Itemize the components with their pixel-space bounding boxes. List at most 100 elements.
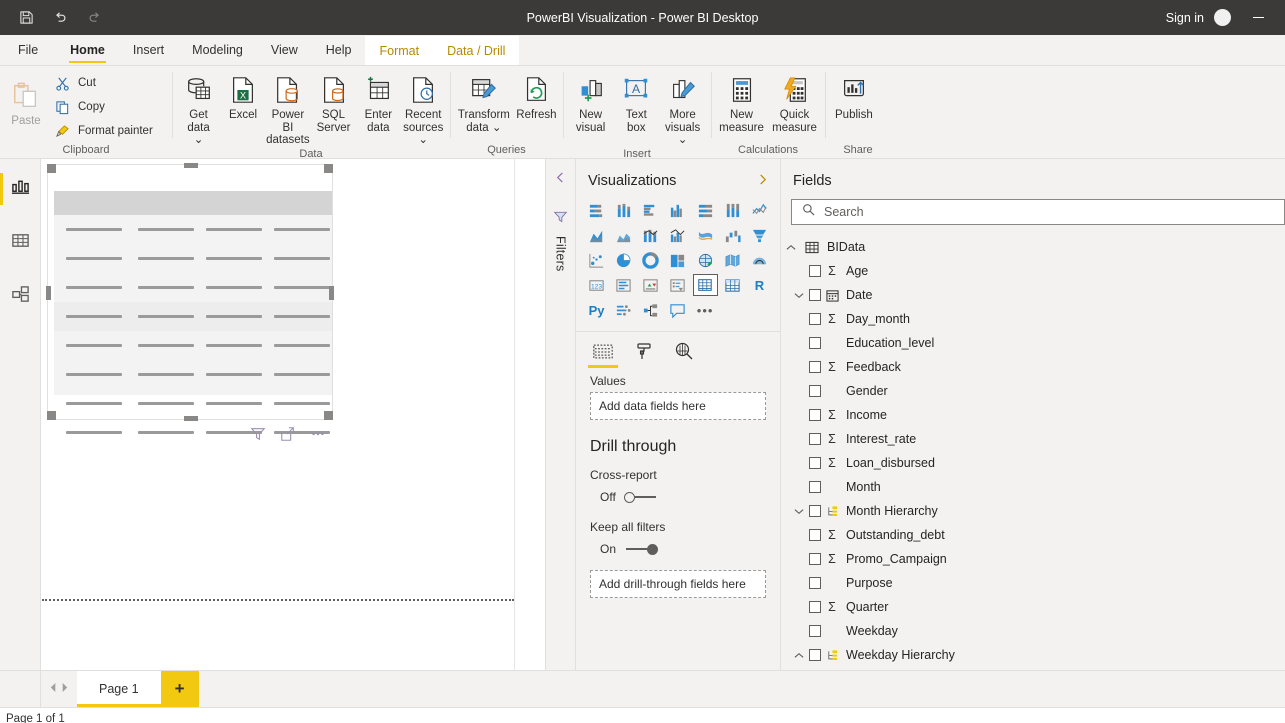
viz-decomposition-tree[interactable] xyxy=(638,299,663,321)
field-checkbox[interactable] xyxy=(809,625,821,637)
field-item-feedback[interactable]: Σ Feedback xyxy=(781,355,1285,379)
drill-through-dropzone[interactable]: Add drill-through fields here xyxy=(590,570,766,598)
tab-data-drill[interactable]: Data / Drill xyxy=(433,36,519,65)
field-item-interest-rate[interactable]: Σ Interest_rate xyxy=(781,427,1285,451)
page-next-button[interactable] xyxy=(60,682,69,696)
field-checkbox[interactable] xyxy=(809,601,821,613)
get-data-button[interactable]: Get data ⌄ xyxy=(176,69,221,147)
powerbi-datasets-button[interactable]: Power BI datasets xyxy=(265,69,311,147)
field-checkbox[interactable] xyxy=(809,553,821,565)
field-item-quarter[interactable]: Σ Quarter xyxy=(781,595,1285,619)
field-checkbox[interactable] xyxy=(809,649,821,661)
field-checkbox[interactable] xyxy=(809,409,821,421)
chevron-up-icon[interactable] xyxy=(781,244,801,251)
field-item-month[interactable]: Month xyxy=(781,475,1285,499)
redo-icon[interactable] xyxy=(80,5,108,31)
text-box-button[interactable]: A Text box xyxy=(614,69,658,134)
viz-azure-map[interactable] xyxy=(747,249,772,271)
field-checkbox[interactable] xyxy=(809,505,821,517)
field-item-education-level[interactable]: Education_level xyxy=(781,331,1285,355)
table-visual-placeholder[interactable] xyxy=(47,164,333,420)
viz-multi-row-card[interactable] xyxy=(611,274,636,296)
chevron-down-icon[interactable] xyxy=(789,508,809,515)
field-checkbox[interactable] xyxy=(809,313,821,325)
viz-slicer[interactable] xyxy=(665,274,690,296)
resize-handle-right[interactable] xyxy=(329,286,334,300)
viz-stacked-area-chart[interactable] xyxy=(611,224,636,246)
more-visuals-button[interactable]: More visuals ⌄ xyxy=(658,69,707,147)
field-checkbox[interactable] xyxy=(809,577,821,589)
viz-matrix[interactable] xyxy=(720,274,745,296)
paste-button[interactable]: Paste xyxy=(4,69,48,128)
resize-handle-top-right[interactable] xyxy=(324,164,333,173)
minimize-button[interactable] xyxy=(1241,1,1275,35)
viz-clustered-column-chart[interactable] xyxy=(665,199,690,221)
page-tab-page-1[interactable]: Page 1 xyxy=(77,671,161,707)
viz-treemap[interactable] xyxy=(665,249,690,271)
resize-handle-top[interactable] xyxy=(184,163,198,168)
resize-handle-bottom-right[interactable] xyxy=(324,411,333,420)
viz-donut-chart[interactable] xyxy=(638,249,663,271)
copy-button[interactable]: Copy xyxy=(48,95,157,119)
viz-key-influencers[interactable] xyxy=(611,299,636,321)
viz-line-and-stacked-column-chart[interactable] xyxy=(638,224,663,246)
tab-insert[interactable]: Insert xyxy=(119,34,178,65)
field-item-date[interactable]: Date xyxy=(781,283,1285,307)
field-checkbox[interactable] xyxy=(809,529,821,541)
tab-analytics[interactable] xyxy=(674,338,694,368)
field-checkbox[interactable] xyxy=(809,337,821,349)
enter-data-button[interactable]: Enter data xyxy=(356,69,400,134)
viz-table[interactable] xyxy=(693,274,718,296)
resize-handle-top-left[interactable] xyxy=(47,164,56,173)
resize-handle-left[interactable] xyxy=(46,286,51,300)
field-item-weekday-hierarchy[interactable]: Weekday Hierarchy xyxy=(781,643,1285,667)
excel-button[interactable]: X Excel xyxy=(221,69,265,122)
field-item-outstanding-debt[interactable]: Σ Outstanding_debt xyxy=(781,523,1285,547)
viz-qa-visual[interactable] xyxy=(665,299,690,321)
transform-data-button[interactable]: Transform data ⌄ xyxy=(454,69,514,134)
field-checkbox[interactable] xyxy=(809,289,821,301)
field-checkbox[interactable] xyxy=(809,457,821,469)
viz-stacked-bar-chart[interactable] xyxy=(584,199,609,221)
viz-filled-map[interactable] xyxy=(720,249,745,271)
search-input[interactable]: Search xyxy=(791,199,1285,225)
report-canvas[interactable] xyxy=(41,159,545,670)
viz-line-and-clustered-column-chart[interactable] xyxy=(665,224,690,246)
filter-icon[interactable] xyxy=(249,425,267,443)
save-icon[interactable] xyxy=(12,5,40,31)
viz-line-chart[interactable] xyxy=(747,199,772,221)
tab-fields[interactable] xyxy=(592,338,614,368)
new-visual-button[interactable]: New visual xyxy=(567,69,614,134)
chevron-left-icon[interactable] xyxy=(555,171,566,187)
viz-card[interactable]: 123 xyxy=(584,274,609,296)
chevron-down-icon[interactable] xyxy=(789,292,809,299)
viz-kpi[interactable] xyxy=(638,274,663,296)
tab-help[interactable]: Help xyxy=(312,34,366,65)
quick-measure-button[interactable]: Quick measure xyxy=(768,69,821,134)
field-item-income[interactable]: Σ Income xyxy=(781,403,1285,427)
filter-funnel-icon[interactable] xyxy=(553,209,568,229)
viz-100-stacked-bar-chart[interactable] xyxy=(693,199,718,221)
viz-more-options[interactable]: ••• xyxy=(693,299,718,321)
field-item-age[interactable]: Σ Age xyxy=(781,259,1285,283)
field-item-month-hierarchy[interactable]: Month Hierarchy xyxy=(781,499,1285,523)
cut-button[interactable]: Cut xyxy=(48,71,157,95)
field-item-promo-campaign[interactable]: Σ Promo_Campaign xyxy=(781,547,1285,571)
publish-button[interactable]: Publish xyxy=(829,69,879,122)
values-dropzone[interactable]: Add data fields here xyxy=(590,392,766,420)
viz-python-visual[interactable]: Py xyxy=(584,299,609,321)
field-checkbox[interactable] xyxy=(809,481,821,493)
tab-home[interactable]: Home xyxy=(56,34,119,65)
field-item-purpose[interactable]: Purpose xyxy=(781,571,1285,595)
sign-in-button[interactable]: Sign in xyxy=(1166,11,1204,25)
viz-ribbon-chart[interactable] xyxy=(693,224,718,246)
keep-all-filters-toggle[interactable] xyxy=(624,542,658,556)
add-page-button[interactable]: + xyxy=(161,671,199,707)
field-item-loan-disbursed[interactable]: Σ Loan_disbursed xyxy=(781,451,1285,475)
resize-handle-bottom-left[interactable] xyxy=(47,411,56,420)
sidebar-item-model-view[interactable] xyxy=(0,279,41,315)
more-options-icon[interactable] xyxy=(309,425,327,443)
viz-r-script-visual[interactable]: R xyxy=(747,274,772,296)
avatar[interactable] xyxy=(1214,9,1231,26)
tab-format[interactable] xyxy=(634,338,654,368)
